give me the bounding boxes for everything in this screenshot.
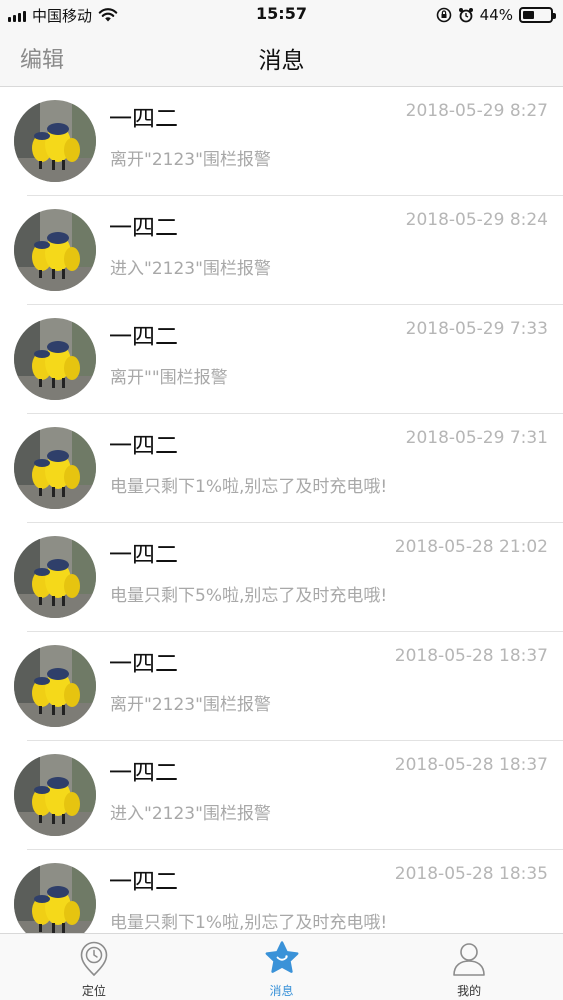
avatar-image xyxy=(14,536,96,618)
message-preview: 离开""围栏报警 xyxy=(110,368,228,388)
avatar xyxy=(14,645,96,727)
status-right: 44% xyxy=(436,4,556,26)
avatar xyxy=(14,318,96,400)
tab-location-label: 定位 xyxy=(81,984,106,998)
status-bar: 中国移动 15:57 44% xyxy=(0,0,563,30)
avatar xyxy=(14,100,96,182)
message-row[interactable]: 一四二 2018-05-29 8:27 离开"2123"围栏报警 xyxy=(0,87,563,196)
contact-name: 一四二 xyxy=(109,760,178,786)
contact-name: 一四二 xyxy=(109,542,178,568)
avatar xyxy=(14,427,96,509)
message-time: 2018-05-28 18:37 xyxy=(394,755,548,775)
tab-profile-label: 我的 xyxy=(457,984,482,998)
message-star-icon xyxy=(265,941,298,973)
message-preview: 离开"2123"围栏报警 xyxy=(110,695,271,715)
message-row[interactable]: 一四二 2018-05-29 7:33 离开""围栏报警 xyxy=(0,305,563,414)
message-row[interactable]: 一四二 2018-05-29 7:31 电量只剩下1%啦,别忘了及时充电哦! xyxy=(0,414,563,523)
contact-name: 一四二 xyxy=(109,869,178,895)
tab-location[interactable]: 定位 xyxy=(0,934,188,1000)
message-time: 2018-05-29 7:33 xyxy=(405,319,548,339)
avatar-image xyxy=(14,209,96,291)
alarm-icon xyxy=(458,8,473,23)
tab-messages-label: 消息 xyxy=(269,984,294,998)
message-time: 2018-05-28 21:02 xyxy=(394,537,548,557)
contact-name: 一四二 xyxy=(109,215,178,241)
tab-bar: 定位 消息 我的 xyxy=(0,933,563,1000)
location-pin-icon xyxy=(80,941,108,977)
message-row[interactable]: 一四二 2018-05-28 21:02 电量只剩下5%啦,别忘了及时充电哦! xyxy=(0,523,563,632)
avatar-image xyxy=(14,645,96,727)
message-preview: 进入"2123"围栏报警 xyxy=(110,259,271,279)
avatar-image xyxy=(14,100,96,182)
avatar-image xyxy=(14,427,96,509)
contact-name: 一四二 xyxy=(109,106,178,132)
tab-messages[interactable]: 消息 xyxy=(188,934,376,1000)
message-row[interactable]: 一四二 2018-05-28 18:37 进入"2123"围栏报警 xyxy=(0,741,563,850)
avatar xyxy=(14,209,96,291)
message-preview: 电量只剩下1%啦,别忘了及时充电哦! xyxy=(110,477,388,497)
message-row[interactable]: 一四二 2018-05-29 8:24 进入"2123"围栏报警 xyxy=(0,196,563,305)
message-list: 一四二 2018-05-29 8:27 离开"2123"围栏报警 一四二 201… xyxy=(0,87,563,959)
contact-name: 一四二 xyxy=(109,651,178,677)
message-time: 2018-05-29 8:27 xyxy=(405,101,548,121)
contact-name: 一四二 xyxy=(109,324,178,350)
person-icon xyxy=(453,943,485,976)
tab-profile[interactable]: 我的 xyxy=(375,934,563,1000)
message-time: 2018-05-28 18:37 xyxy=(394,646,548,666)
rotation-lock-icon xyxy=(436,7,451,23)
battery-level xyxy=(523,11,535,19)
contact-name: 一四二 xyxy=(109,433,178,459)
message-preview: 电量只剩下5%啦,别忘了及时充电哦! xyxy=(110,586,388,606)
battery-percent: 44% xyxy=(479,6,513,24)
avatar-image xyxy=(14,318,96,400)
message-time: 2018-05-29 7:31 xyxy=(405,428,548,448)
message-preview: 离开"2123"围栏报警 xyxy=(110,150,271,170)
message-preview: 电量只剩下1%啦,别忘了及时充电哦! xyxy=(110,913,388,933)
message-row[interactable]: 一四二 2018-05-28 18:37 离开"2123"围栏报警 xyxy=(0,632,563,741)
message-time: 2018-05-28 18:35 xyxy=(394,864,548,884)
avatar xyxy=(14,754,96,836)
avatar xyxy=(14,536,96,618)
battery-icon xyxy=(519,7,556,23)
message-preview: 进入"2123"围栏报警 xyxy=(110,804,271,824)
nav-bar: 编辑 消息 xyxy=(0,30,563,87)
avatar-image xyxy=(14,754,96,836)
message-time: 2018-05-29 8:24 xyxy=(405,210,548,230)
page-title: 消息 xyxy=(258,48,305,74)
